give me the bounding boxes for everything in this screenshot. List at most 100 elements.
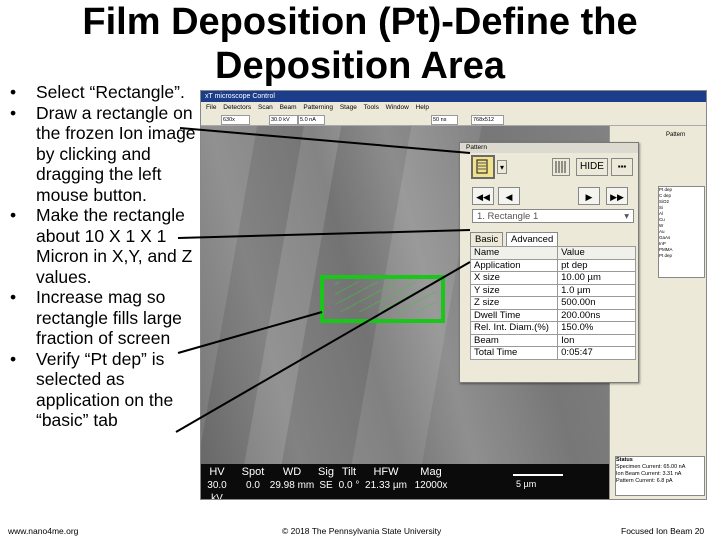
spot-label: Spot xyxy=(241,466,265,478)
spot-value: 0.0 xyxy=(246,480,260,491)
pattern-select[interactable]: 1. Rectangle 1 ▾ xyxy=(472,209,634,223)
voltage-field[interactable]: 30.0 kV xyxy=(269,115,298,125)
property-name: Total Time xyxy=(469,346,559,360)
property-name: X size xyxy=(469,271,559,285)
app-titlebar: xT microscope Control xyxy=(201,91,706,102)
bullet-list: Select “Rectangle”. Draw a rectangle on … xyxy=(10,82,200,431)
tilt-label: Tilt xyxy=(341,466,357,478)
right-panel-header: Pattern xyxy=(666,132,686,138)
hv-cell: HV 30.0 kV xyxy=(203,466,231,500)
application-list[interactable]: Pt dep C dep SiO2 Si Al Cu W Au GaAs InP… xyxy=(658,186,705,278)
table-row: Total Time 0:05:47 xyxy=(469,346,636,360)
first-pattern-button[interactable]: ◀◀ xyxy=(472,187,494,205)
menu-tools[interactable]: Tools xyxy=(364,104,379,111)
bullet-item: Draw a rectangle on the frozen Ion image… xyxy=(10,103,200,206)
column-header-value: Value xyxy=(557,246,636,260)
beam-value[interactable]: Ion xyxy=(557,333,636,347)
table-row: Z size 500.00n xyxy=(469,296,636,310)
table-row: Rel. Int. Diam.(%) 150.0% xyxy=(469,321,636,335)
menu-bar: File Detectors Scan Beam Patterning Stag… xyxy=(201,102,706,113)
status-title: Status xyxy=(616,457,633,463)
dwell-time-value[interactable]: 200.00ns xyxy=(557,308,636,322)
sig-value: SE xyxy=(319,480,333,491)
property-name: Beam xyxy=(469,333,559,347)
total-time-value: 0:05:47 xyxy=(557,346,636,360)
wd-label: WD xyxy=(282,466,302,478)
tilt-value: 0.0 ° xyxy=(338,480,360,491)
property-name: Rel. Int. Diam.(%) xyxy=(469,321,559,335)
last-pattern-button[interactable]: ▶▶ xyxy=(606,187,628,205)
property-name: Dwell Time xyxy=(469,308,559,322)
footer-slide-number: Focused Ion Beam 20 xyxy=(621,526,705,536)
scale-bar-label: 5 µm xyxy=(516,479,537,489)
chevron-down-icon: ▾ xyxy=(624,211,629,222)
property-name: Z size xyxy=(469,296,559,310)
dots-tool-icon[interactable]: ▪▪▪ xyxy=(611,158,633,176)
sig-label: Sig xyxy=(318,466,334,478)
footer-website: www.nano4me.org xyxy=(8,526,79,536)
table-row: Beam Ion xyxy=(469,333,636,347)
menu-stage[interactable]: Stage xyxy=(340,104,357,111)
pattern-hatch-lines xyxy=(335,282,435,312)
mag-value: 12000x xyxy=(414,480,448,491)
hfw-value: 21.33 µm xyxy=(365,480,407,491)
status-box: Status Specimen Current: 65.00 nA Ion Be… xyxy=(615,456,705,496)
mag-label: Mag xyxy=(420,466,442,478)
menu-scan[interactable]: Scan xyxy=(258,104,273,111)
wd-value: 29.98 mm xyxy=(269,480,315,491)
rectangle-tool-button[interactable] xyxy=(471,155,495,179)
table-header-row: Name Value xyxy=(469,246,636,260)
pattern-select-value: 1. Rectangle 1 xyxy=(477,211,539,222)
slide-title: Film Deposition (Pt)-Define the Depositi… xyxy=(82,1,638,87)
pattern-panel-tab[interactable]: Pattern xyxy=(460,143,638,153)
status-line: Ion Beam Current: 3.31 nA xyxy=(616,471,682,477)
bullet-item: Make the rectangle about 10 X 1 X 1 Micr… xyxy=(10,205,200,287)
tab-basic[interactable]: Basic xyxy=(470,232,504,246)
bars-icon xyxy=(555,161,566,173)
status-line: Pattern Current: 6.8 pA xyxy=(616,478,673,484)
bullet-item: Verify “Pt dep” is selected as applicati… xyxy=(10,349,200,431)
list-item[interactable]: Pt dep xyxy=(659,253,704,259)
scale-bar xyxy=(513,474,563,476)
menu-detectors[interactable]: Detectors xyxy=(223,104,251,111)
tab-advanced[interactable]: Advanced xyxy=(506,232,559,246)
sig-cell: Sig SE xyxy=(315,466,337,492)
image-infobar: HV 30.0 kV Spot 0.0 WD 29.98 mm Sig SE T… xyxy=(201,464,609,499)
next-pattern-button[interactable]: ▶ xyxy=(578,187,600,205)
rel-int-diam-value[interactable]: 150.0% xyxy=(557,321,636,335)
menu-beam[interactable]: Beam xyxy=(280,104,297,111)
table-row: Dwell Time 200.00ns xyxy=(469,308,636,322)
bullet-item: Increase mag so rectangle fills large fr… xyxy=(10,287,200,349)
x-size-value[interactable]: 10.00 µm xyxy=(557,271,636,285)
hfw-label: HFW xyxy=(373,466,399,478)
pattern-properties-table: Name Value Application pt dep X size 10.… xyxy=(469,246,636,360)
previous-pattern-button[interactable]: ◀ xyxy=(498,187,520,205)
rectangle-tool-icon xyxy=(476,159,488,174)
z-size-value[interactable]: 500.00n xyxy=(557,296,636,310)
menu-file[interactable]: File xyxy=(206,104,216,111)
status-line: Specimen Current: 65.00 nA xyxy=(616,464,686,470)
dwell-field[interactable]: 50 ns xyxy=(431,115,458,125)
application-value[interactable]: pt dep xyxy=(557,258,636,272)
y-size-value[interactable]: 1.0 µm xyxy=(557,283,636,297)
mag-cell: Mag 12000x xyxy=(411,466,451,492)
hv-value: 30.0 kV xyxy=(207,480,227,500)
tilt-cell: Tilt 0.0 ° xyxy=(337,466,361,492)
hide-button[interactable]: HIDE xyxy=(576,158,608,176)
grid-tool-icon[interactable] xyxy=(552,158,570,176)
footer-copyright: © 2018 The Pennsylvania State University xyxy=(282,526,442,536)
spot-cell: Spot 0.0 xyxy=(237,466,269,492)
wd-cell: WD 29.98 mm xyxy=(269,466,315,492)
menu-patterning[interactable]: Patterning xyxy=(303,104,333,111)
menu-help[interactable]: Help xyxy=(416,104,429,111)
hv-label: HV xyxy=(209,466,225,478)
table-row: Application pt dep xyxy=(469,258,636,272)
resolution-field[interactable]: 768x512 xyxy=(471,115,504,125)
pattern-properties-panel: Pattern ▾ HIDE ▪▪▪ ◀◀ ◀ ▶ ▶▶ 1. Rectangl… xyxy=(459,142,639,383)
property-name: Application xyxy=(469,258,559,272)
tool-dropdown-arrow-icon[interactable]: ▾ xyxy=(497,160,507,174)
current-field[interactable]: 5.0 nA xyxy=(298,115,325,125)
column-header-name: Name xyxy=(469,246,559,260)
menu-window[interactable]: Window xyxy=(386,104,409,111)
mag-field[interactable]: 630x xyxy=(221,115,250,125)
